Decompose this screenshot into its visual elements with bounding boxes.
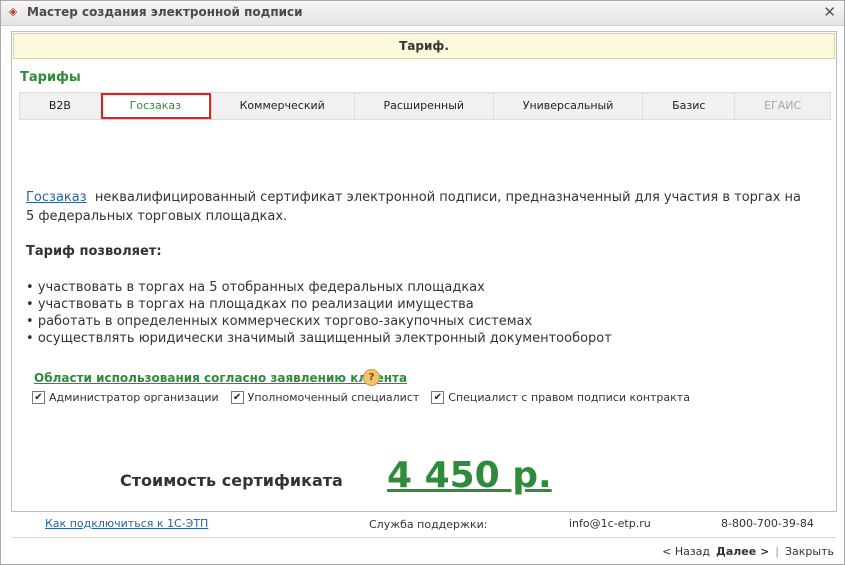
wizard-window: ◈ Мастер создания электронной подписи ✕ … [0,0,845,565]
allows-list: участвовать в торгах на 5 отобранных фед… [26,279,612,347]
checkbox-authorized[interactable]: ✔ Уполномоченный специалист [230,391,420,404]
footer-divider [11,537,836,538]
cost-value[interactable]: 4 450 р. [387,455,552,496]
checkbox-label: Специалист с правом подписи контракта [448,391,690,404]
tariff-link[interactable]: Госзаказ [26,190,87,205]
wizard-nav: < Назад Далее > | Закрыть [662,545,834,558]
list-item: участвовать в торгах на 5 отобранных фед… [26,279,612,296]
help-icon[interactable]: ? [363,369,380,386]
list-item: работать в определенных коммерческих тор… [26,313,612,330]
checkbox-box[interactable]: ✔ [230,391,244,404]
tab-universal[interactable]: Универсальный [494,93,644,119]
checkbox-label: Уполномоченный специалист [247,391,420,404]
tab-goszakaz[interactable]: Госзаказ [100,93,211,119]
list-item: участвовать в торгах на площадках по реа… [26,296,612,313]
title-bar: ◈ Мастер создания электронной подписи ✕ [1,1,844,26]
checkbox-box[interactable]: ✔ [32,391,45,404]
wizard-content: Тариф. Тарифы B2B Госзаказ Коммерческий … [11,31,837,512]
next-button[interactable]: Далее > [716,545,769,558]
checkbox-label: Администратор организации [49,391,219,404]
tariff-tabs: B2B Госзаказ Коммерческий Расширенный Ун… [19,92,831,120]
tariff-description-text: неквалифицированный сертификат электронн… [26,190,802,224]
tab-extended[interactable]: Расширенный [355,93,494,119]
connect-link[interactable]: Как подключиться к 1С-ЭТП [45,517,208,530]
close-icon[interactable]: ✕ [823,3,836,21]
checkbox-signer[interactable]: ✔ Специалист с правом подписи контракта [431,391,690,404]
support-label: Служба поддержки: [369,518,488,531]
cost-label: Стоимость сертификата [120,471,343,490]
tariff-description: Госзаказ неквалифицированный сертификат … [26,188,806,226]
checkbox-admin[interactable]: ✔ Администратор организации [32,391,219,404]
window-title: Мастер создания электронной подписи [27,5,303,19]
allows-title: Тариф позволяет: [26,244,162,259]
checkbox-box[interactable]: ✔ [431,391,445,404]
usage-areas-checkboxes: ✔ Администратор организации ✔ Уполномоче… [32,391,690,404]
nav-separator: | [775,545,779,558]
tab-egais: ЕГАИС [764,99,802,112]
close-button[interactable]: Закрыть [785,545,834,558]
tab-commercial[interactable]: Коммерческий [211,93,355,119]
app-icon: ◈ [8,5,18,18]
support-phone: 8-800-700-39-84 [721,517,814,530]
tab-basis[interactable]: Базис [643,93,736,119]
back-button[interactable]: < Назад [662,545,710,558]
usage-areas-title[interactable]: Области использования согласно заявлению… [34,371,407,385]
step-banner: Тариф. [13,33,835,59]
support-email: info@1c-etp.ru [569,517,651,530]
list-item: осуществлять юридически значимый защищен… [26,330,612,347]
tab-b2b[interactable]: B2B [20,93,101,119]
tariffs-title: Тарифы [20,70,81,85]
